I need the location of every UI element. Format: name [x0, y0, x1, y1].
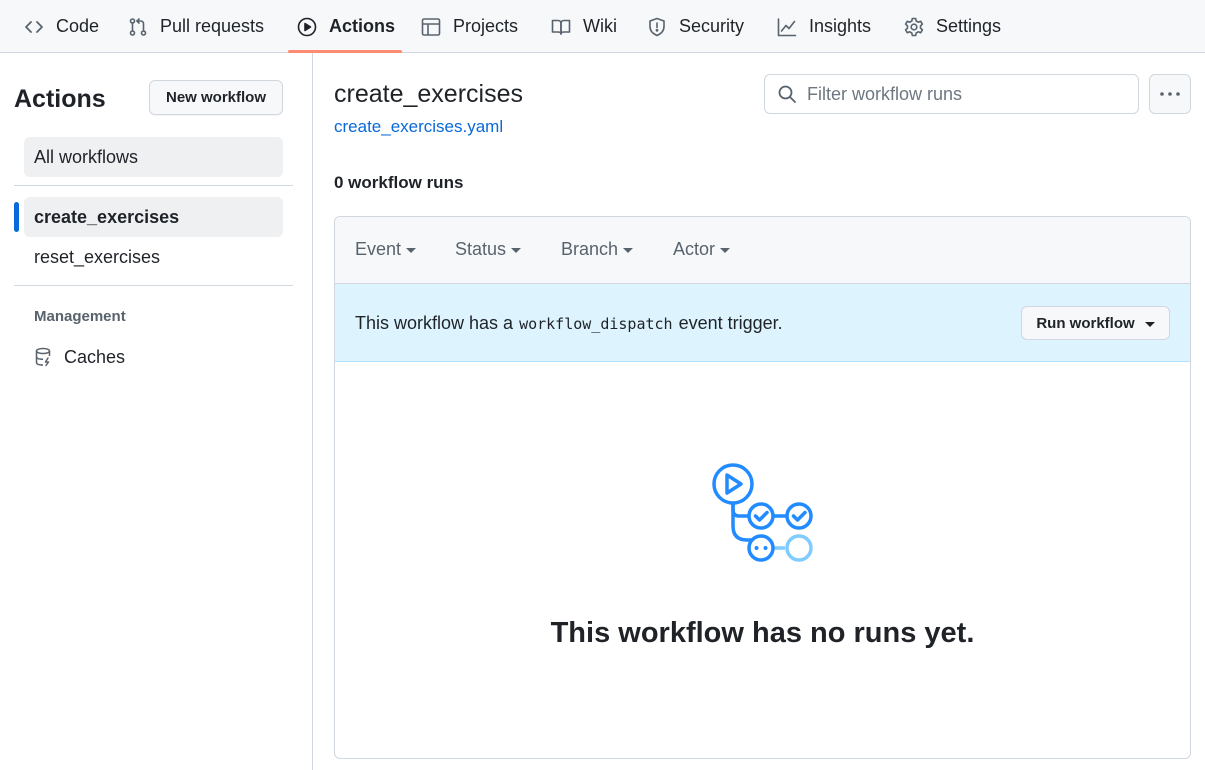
more-options-button[interactable] [1149, 74, 1191, 114]
tab-label: Insights [809, 16, 872, 36]
caches-label: Caches [64, 346, 126, 367]
tab-settings[interactable]: Settings [904, 0, 1001, 53]
sidebar-item-create-exercises[interactable]: create_exercises [24, 197, 283, 237]
workflow-dispatch-banner: This workflow has a workflow_dispatch even… [335, 284, 1190, 362]
dispatch-message: This workflow has a workflow_dispatch even… [355, 313, 783, 334]
git-pull-request-icon [128, 17, 148, 37]
sidebar-divider [14, 285, 293, 286]
dispatch-event-code: workflow_dispatch [519, 315, 673, 333]
database-icon [34, 347, 54, 367]
filter-runs-search[interactable] [764, 74, 1139, 114]
tab-label: Actions [329, 16, 396, 36]
filter-event[interactable]: Event [355, 239, 417, 260]
run-workflow-button[interactable]: Run workflow [1021, 306, 1170, 340]
tab-label: Settings [936, 16, 1002, 36]
tab-label: Projects [453, 16, 519, 36]
empty-state-message: This workflow has no runs yet. [550, 617, 975, 649]
tab-insights[interactable]: Insights [777, 0, 871, 53]
shield-icon [647, 17, 667, 37]
filter-label: Actor [673, 239, 716, 259]
run-workflow-label: Run workflow [1036, 314, 1135, 332]
triangle-down-icon [623, 248, 634, 253]
code-icon [24, 17, 44, 37]
workflow-graph-icon [711, 462, 815, 569]
management-heading: Management [34, 308, 126, 325]
workflow-file-link[interactable]: create_exercises.yaml [334, 117, 503, 137]
actions-sidebar: Actions New workflow All workflows creat… [0, 53, 313, 770]
triangle-down-icon [406, 248, 417, 253]
tab-security[interactable]: Security [647, 0, 744, 53]
triangle-down-icon [1144, 321, 1155, 327]
workflow-title: create_exercises [334, 80, 523, 108]
sidebar-item-all-workflows[interactable]: All workflows [24, 137, 283, 177]
play-icon [297, 17, 317, 37]
dispatch-prefix: This workflow has a [355, 313, 514, 333]
search-icon [777, 84, 797, 104]
tab-projects[interactable]: Projects [421, 0, 518, 53]
runs-filter-bar: Event Status Branch Actor [335, 217, 1190, 284]
tab-wiki[interactable]: Wiki [551, 0, 617, 53]
tab-pull-requests[interactable]: Pull requests [128, 0, 264, 53]
tab-label: Code [56, 16, 100, 36]
sidebar-item-reset-exercises[interactable]: reset_exercises [24, 237, 283, 277]
search-input[interactable] [807, 83, 1127, 105]
sidebar-title: Actions [14, 85, 106, 113]
gear-icon [904, 17, 924, 37]
filter-label: Event [355, 239, 402, 259]
workflow-runs-count: 0 workflow runs [334, 173, 464, 192]
filter-status[interactable]: Status [455, 239, 522, 260]
sidebar-item-caches[interactable]: Caches [24, 337, 283, 377]
book-icon [551, 17, 571, 37]
tab-actions[interactable]: Actions [297, 0, 395, 53]
filter-label: Status [455, 239, 507, 259]
tab-label: Pull requests [160, 16, 265, 36]
dispatch-suffix: event trigger. [678, 313, 783, 333]
graph-icon [777, 17, 797, 37]
runs-panel: Event Status Branch Actor This workflow … [334, 216, 1191, 759]
selected-indicator [14, 202, 19, 232]
filter-branch[interactable]: Branch [561, 239, 634, 260]
triangle-down-icon [720, 248, 731, 253]
filter-label: Branch [561, 239, 619, 259]
table-icon [421, 17, 441, 37]
sidebar-divider [14, 185, 293, 186]
triangle-down-icon [511, 248, 522, 253]
tab-label: Wiki [583, 16, 617, 36]
tab-code[interactable]: Code [24, 0, 99, 53]
new-workflow-button[interactable]: New workflow [149, 80, 283, 115]
filter-actor[interactable]: Actor [673, 239, 731, 260]
kebab-horizontal-icon [1159, 91, 1181, 97]
repo-nav: Code Pull requests Actions Projects Wiki… [0, 0, 1205, 53]
tab-label: Security [679, 16, 745, 36]
